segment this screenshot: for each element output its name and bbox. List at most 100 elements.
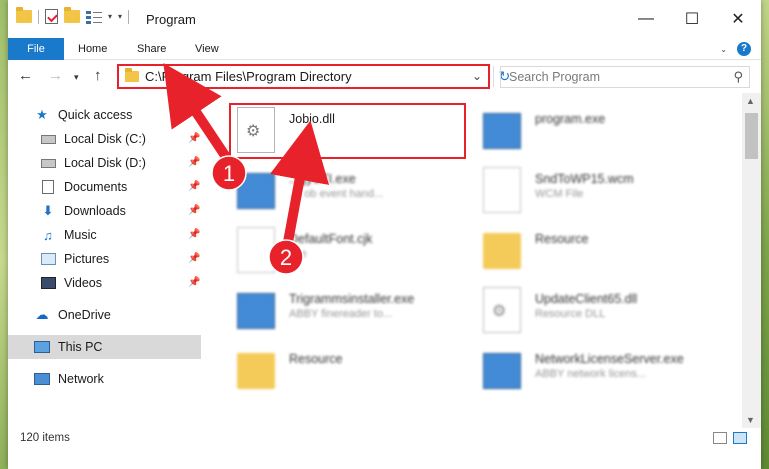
back-arrow-icon[interactable]: ←	[18, 67, 33, 84]
file-item[interactable]: Trigrammsinstaller.exe ABBY finereader t…	[237, 281, 482, 341]
window-controls: — ☐ ✕	[623, 0, 761, 38]
window-title: Program	[146, 12, 196, 27]
maximize-button[interactable]: ☐	[669, 0, 715, 38]
file-item[interactable]: program.exe	[483, 101, 728, 161]
sidebar-item-music[interactable]: ♫ Music 📌	[8, 223, 201, 247]
sidebar-item-quick-access[interactable]: ★ Quick access	[8, 103, 201, 127]
vertical-scrollbar[interactable]: ▲ ▼	[742, 93, 761, 428]
sidebar-item-label: Quick access	[58, 108, 133, 122]
sidebar-item-local-disk-d[interactable]: Local Disk (D:) 📌	[8, 151, 201, 175]
view-details-icon[interactable]	[86, 9, 102, 24]
sidebar-item-this-pc[interactable]: This PC	[8, 335, 201, 359]
pin-icon[interactable]: 📌	[188, 229, 200, 240]
pin-icon[interactable]: 📌	[188, 253, 200, 264]
file-name: Trigrammsinstaller.exe	[289, 292, 415, 306]
tab-file[interactable]: File	[8, 38, 64, 60]
large-icons-view-icon[interactable]	[733, 432, 747, 444]
pin-icon[interactable]: 📌	[188, 277, 200, 288]
sidebar-item-label: Music	[64, 228, 97, 242]
file-icon	[483, 167, 521, 213]
details-view-icon[interactable]	[713, 432, 727, 444]
file-type: Resource DLL	[535, 308, 606, 320]
file-item[interactable]: Resource	[483, 221, 728, 281]
file-item-jobio-dll[interactable]: ⚙ Jobio.dll	[237, 101, 482, 161]
file-name: DefaultFont.cjk	[289, 232, 373, 246]
expand-ribbon-icon[interactable]: ⌄	[720, 45, 727, 54]
address-bar[interactable]: C:\Program Files\Program Directory ⌄	[117, 64, 490, 89]
sidebar-item-label: Pictures	[64, 252, 110, 266]
customize-toolbar-icon[interactable]: ▾	[118, 12, 122, 21]
file-name: Resource	[289, 352, 343, 366]
this-pc-icon	[34, 340, 50, 354]
star-icon: ★	[36, 107, 48, 122]
title-bar: ▾ ▾ Program — ☐ ✕	[8, 0, 761, 38]
file-item[interactable]: DefaultFont.cjk ...le	[237, 221, 482, 281]
minimize-button[interactable]: —	[623, 0, 669, 38]
sidebar-item-onedrive[interactable]: ☁ OneDrive	[8, 303, 201, 327]
tab-home[interactable]: Home	[78, 38, 107, 60]
file-item[interactable]: Resource	[237, 341, 482, 401]
scroll-up-icon[interactable]: ▲	[746, 96, 755, 106]
up-arrow-icon[interactable]: ↑	[94, 67, 102, 84]
sidebar-item-label: Documents	[64, 180, 128, 194]
sidebar-item-documents[interactable]: Documents 📌	[8, 175, 201, 199]
quick-access-toolbar: ▾ ▾	[16, 7, 130, 24]
view-toggle	[713, 432, 747, 444]
search-placeholder: Search Program	[509, 70, 601, 84]
help-icon[interactable]: ?	[737, 42, 751, 56]
onedrive-icon: ☁	[35, 307, 49, 322]
scroll-down-icon[interactable]: ▼	[746, 415, 755, 425]
pin-icon[interactable]: 📌	[188, 157, 200, 168]
sidebar-item-label: OneDrive	[58, 308, 111, 322]
folder-icon[interactable]	[16, 7, 32, 23]
pin-icon[interactable]: 📌	[188, 181, 200, 192]
address-row: ← → ▾ ↑ C:\Program Files\Program Directo…	[8, 61, 761, 93]
file-type: ABBY finereader to...	[289, 308, 393, 320]
tab-view[interactable]: View	[195, 38, 219, 60]
sidebar-item-videos[interactable]: Videos 📌	[8, 271, 201, 295]
ribbon-right-controls: ⌄ ?	[720, 42, 751, 56]
sidebar-item-downloads[interactable]: ⬇ Downloads 📌	[8, 199, 201, 223]
search-icon[interactable]: ⚲	[733, 69, 743, 85]
folder-icon	[483, 233, 521, 269]
new-folder-icon[interactable]	[64, 7, 80, 23]
forward-arrow-icon[interactable]: →	[48, 67, 63, 84]
sidebar-item-network[interactable]: Network	[8, 367, 201, 391]
network-icon	[34, 372, 50, 386]
file-item[interactable]: NetworkLicenseServer.exe ABBY network li…	[483, 341, 728, 401]
file-type: ...t ob event hand...	[289, 188, 384, 200]
file-item[interactable]: ⚙ UpdateClient65.dll Resource DLL	[483, 281, 728, 341]
tab-share[interactable]: Share	[137, 38, 166, 60]
address-path[interactable]: C:\Program Files\Program Directory	[145, 69, 352, 84]
pin-icon[interactable]: 📌	[188, 133, 200, 144]
chevron-down-icon[interactable]: ⌄	[472, 69, 482, 83]
file-type: WCM File	[535, 188, 584, 200]
ribbon-tabs: File Home Share View ⌄ ?	[8, 38, 761, 60]
sidebar-item-pictures[interactable]: Pictures 📌	[8, 247, 201, 271]
exe-file-icon	[483, 353, 521, 389]
chevron-down-icon[interactable]: ▾	[108, 12, 112, 21]
properties-icon[interactable]	[45, 9, 58, 24]
file-list: ⚙ Jobio.dll program.exe ...gySTI.exe ...…	[201, 93, 742, 428]
file-item[interactable]: ...gySTI.exe ...t ob event hand...	[237, 161, 482, 221]
drive-icon	[40, 156, 56, 170]
divider	[128, 9, 130, 24]
file-type: ...le	[289, 248, 307, 260]
pin-icon[interactable]: 📌	[188, 205, 200, 216]
file-name: program.exe	[535, 112, 606, 126]
file-item[interactable]: SndToWP15.wcm WCM File	[483, 161, 728, 221]
folder-icon	[125, 68, 139, 82]
dll-file-icon: ⚙	[483, 287, 521, 333]
search-input[interactable]: Search Program ⚲	[500, 66, 750, 88]
sidebar-item-label: Downloads	[64, 204, 126, 218]
explorer-window: ▾ ▾ Program — ☐ ✕ File Home Share View ⌄…	[8, 0, 761, 469]
folder-icon	[237, 353, 275, 389]
status-bar: 120 items	[8, 428, 761, 450]
drive-icon	[40, 132, 56, 146]
documents-icon	[40, 180, 56, 194]
exe-file-icon	[237, 173, 275, 209]
recent-locations-icon[interactable]: ▾	[74, 72, 79, 83]
sidebar-item-local-disk-c[interactable]: Local Disk (C:) 📌	[8, 127, 201, 151]
close-button[interactable]: ✕	[715, 0, 761, 38]
scrollbar-thumb[interactable]	[745, 113, 758, 159]
